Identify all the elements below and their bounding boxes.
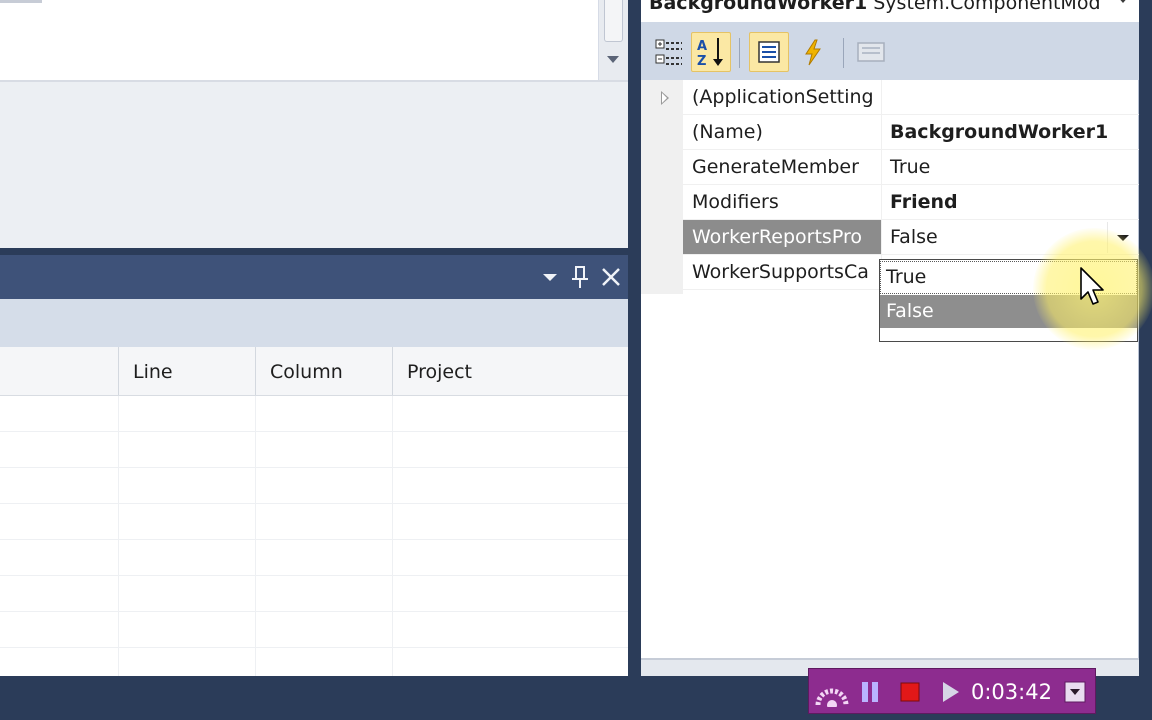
error-list-grid[interactable] [0,396,628,676]
property-row-name[interactable]: (Name) BackgroundWorker1 [683,115,1139,150]
grid-divider [0,467,628,468]
properties-icon[interactable] [749,32,789,72]
grid-divider [0,539,628,540]
selected-object-type: System.ComponentMod [873,0,1101,14]
column-header-project[interactable]: Project [392,347,628,395]
property-pages-icon[interactable] [851,32,891,72]
column-header-line[interactable]: Line [118,347,255,395]
grid-divider [0,575,628,576]
close-icon[interactable] [597,263,625,291]
grid-divider [0,647,628,648]
property-name: (ApplicationSetting [683,80,881,115]
grid-divider [255,396,256,676]
property-value[interactable]: Friend [881,185,1139,220]
column-header-column[interactable]: Column [255,347,392,395]
screen-recorder-toolbar: 0:03:42 [808,668,1096,714]
svg-text:Z: Z [697,54,706,69]
property-name: Modifiers [683,185,881,220]
editor-fragment [0,0,42,3]
selected-object-name: BackgroundWorker1 [649,0,868,14]
window-splitter[interactable] [628,0,641,676]
toolbar-separator [739,38,740,68]
categorized-icon[interactable] [649,32,689,72]
events-lightning-icon[interactable] [793,32,833,72]
error-list-toolbar [0,299,628,347]
property-value[interactable] [881,80,1139,115]
alphabetical-sort-icon[interactable]: A Z [691,32,731,72]
property-value[interactable]: BackgroundWorker1 [881,115,1139,150]
property-row-applicationsettings[interactable]: (ApplicationSetting [683,80,1139,115]
stop-icon[interactable] [897,677,923,707]
pin-icon[interactable] [566,263,594,291]
property-value[interactable]: True [881,150,1139,185]
grid-divider [0,611,628,612]
property-name: WorkerReportsPro [683,220,881,255]
property-row-modifiers[interactable]: Modifiers Friend [683,185,1139,220]
expand-arrow-icon[interactable] [661,91,669,105]
chevron-down-icon[interactable] [1117,0,1129,3]
recording-elapsed-time: 0:03:42 [971,680,1052,704]
property-name: (Name) [683,115,881,150]
grid-divider [118,396,119,676]
editor-vertical-scrollbar[interactable] [598,0,628,80]
property-grid-gutter [641,80,683,294]
window-frame-edge [1139,0,1152,676]
pause-icon[interactable] [857,677,883,707]
recorder-logo-icon [813,677,851,707]
property-name: GenerateMember [683,150,881,185]
mouse-pointer-icon [1080,267,1104,305]
toolbar-separator [843,38,844,68]
property-row-generatemember[interactable]: GenerateMember True [683,150,1139,185]
property-name: WorkerSupportsCa [683,255,881,290]
window-position-dropdown-icon[interactable] [536,263,564,291]
scroll-down-arrow-icon[interactable] [607,56,619,63]
grid-divider [0,431,628,432]
grid-divider [0,503,628,504]
property-grid: (ApplicationSetting (Name) BackgroundWor… [641,80,1139,658]
scrollbar-thumb[interactable] [604,0,623,42]
object-selector-combobox[interactable]: BackgroundWorker1 System.ComponentMod [641,0,1139,22]
play-icon[interactable] [937,677,963,707]
component-tray[interactable] [0,80,628,248]
svg-text:A: A [697,39,707,54]
property-value-text: False [890,226,938,248]
error-list-titlebar [0,255,628,299]
properties-toolbar: A Z [641,22,1139,80]
recorder-menu-dropdown-icon[interactable] [1063,677,1087,707]
grid-divider [392,396,393,676]
code-editor-area[interactable] [0,0,598,80]
error-list-column-header: Line Column Project [0,347,628,396]
